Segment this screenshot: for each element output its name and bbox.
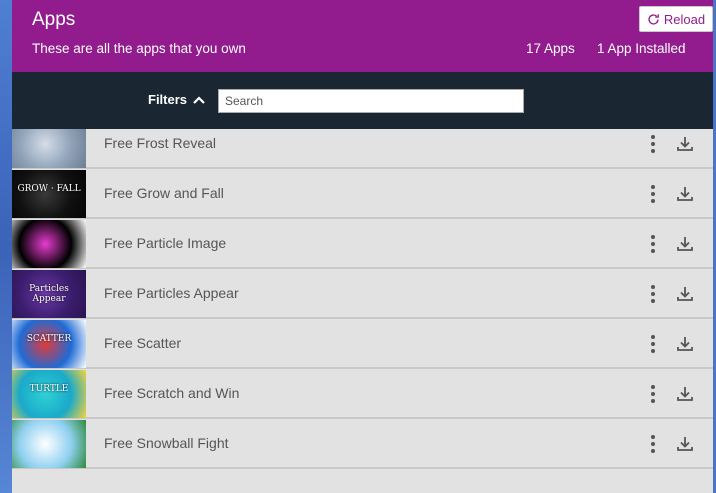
app-list: Free Frost Reveal GROW · FALL Free Grow an…: [12, 129, 713, 493]
menu-dot: [651, 442, 655, 446]
app-name: Free Scratch and Win: [104, 385, 240, 401]
menu-dot: [651, 292, 655, 296]
download-icon[interactable]: [675, 334, 695, 354]
app-list-item[interactable]: Free Frost Reveal: [12, 129, 713, 169]
installed-count: 1 App Installed: [597, 41, 686, 56]
menu-dot: [651, 185, 655, 189]
kebab-menu-icon[interactable]: [646, 333, 660, 355]
download-icon[interactable]: [675, 284, 695, 304]
app-thumbnail: TURTLE: [12, 370, 86, 418]
kebab-menu-icon[interactable]: [646, 183, 660, 205]
menu-dot: [651, 135, 655, 139]
menu-dot: [651, 149, 655, 153]
thumbnail-caption: TURTLE: [29, 384, 69, 394]
filters-label: Filters: [148, 92, 188, 107]
app-thumbnail: SCATTER: [12, 320, 86, 368]
thumbnail-caption: SCATTER: [26, 334, 72, 344]
app-name: Free Snowball Fight: [104, 435, 229, 451]
menu-dot: [651, 385, 655, 389]
page-title: Apps: [32, 9, 76, 30]
app-list-item[interactable]: Particles Appear Free Particles Appear: [12, 269, 713, 319]
app-name: Free Scatter: [104, 335, 182, 351]
filter-bar: Filters: [12, 72, 713, 129]
download-icon[interactable]: [675, 184, 695, 204]
app-name: Free Frost Reveal: [104, 135, 217, 151]
app-list-item[interactable]: SCATTER Free Scatter: [12, 319, 713, 369]
kebab-menu-icon[interactable]: [646, 233, 660, 255]
menu-dot: [651, 235, 655, 239]
reload-button[interactable]: Reload: [639, 6, 713, 32]
apps-header: Apps These are all the apps that you own…: [12, 0, 713, 72]
app-thumbnail: [12, 220, 86, 268]
menu-dot: [651, 449, 655, 453]
chevron-up-icon: [193, 95, 205, 104]
window-left-edge: [0, 0, 12, 493]
app-list-item[interactable]: Free Particle Image: [12, 219, 713, 269]
app-list-item[interactable]: Free Snowball Fight: [12, 419, 713, 469]
app-name: Free Grow and Fall: [104, 185, 224, 201]
menu-dot: [651, 342, 655, 346]
kebab-menu-icon[interactable]: [646, 433, 660, 455]
menu-dot: [651, 399, 655, 403]
refresh-icon: [648, 13, 659, 25]
menu-dot: [651, 335, 655, 339]
kebab-menu-icon[interactable]: [646, 283, 660, 305]
app-list-item[interactable]: GROW · FALL Free Grow and Fall: [12, 169, 713, 219]
kebab-menu-icon[interactable]: [646, 133, 660, 155]
app-name: Free Particle Image: [104, 235, 227, 251]
search-input[interactable]: [218, 89, 524, 113]
app-thumbnail: GROW · FALL: [12, 170, 86, 218]
app-name: Free Particles Appear: [104, 285, 239, 301]
reload-label: Reload: [663, 11, 706, 27]
menu-dot: [651, 299, 655, 303]
menu-dot: [651, 349, 655, 353]
app-list-item[interactable]: TURTLE Free Scratch and Win: [12, 369, 713, 419]
app-thumbnail: Particles Appear: [12, 270, 86, 318]
menu-dot: [651, 285, 655, 289]
kebab-menu-icon[interactable]: [646, 383, 660, 405]
download-icon[interactable]: [675, 434, 695, 454]
filters-toggle[interactable]: Filters: [148, 92, 205, 107]
menu-dot: [651, 242, 655, 246]
menu-dot: [651, 142, 655, 146]
menu-dot: [651, 199, 655, 203]
thumbnail-caption: Particles Appear: [29, 284, 69, 304]
app-count: 17 Apps: [526, 41, 575, 56]
page-subtitle: These are all the apps that you own: [32, 41, 246, 56]
menu-dot: [651, 392, 655, 396]
app-thumbnail: [12, 420, 86, 468]
download-icon[interactable]: [675, 384, 695, 404]
thumbnail-caption: GROW · FALL: [17, 184, 81, 194]
menu-dot: [651, 249, 655, 253]
app-thumbnail: [12, 129, 86, 168]
menu-dot: [651, 435, 655, 439]
download-icon[interactable]: [675, 134, 695, 154]
download-icon[interactable]: [675, 234, 695, 254]
menu-dot: [651, 192, 655, 196]
